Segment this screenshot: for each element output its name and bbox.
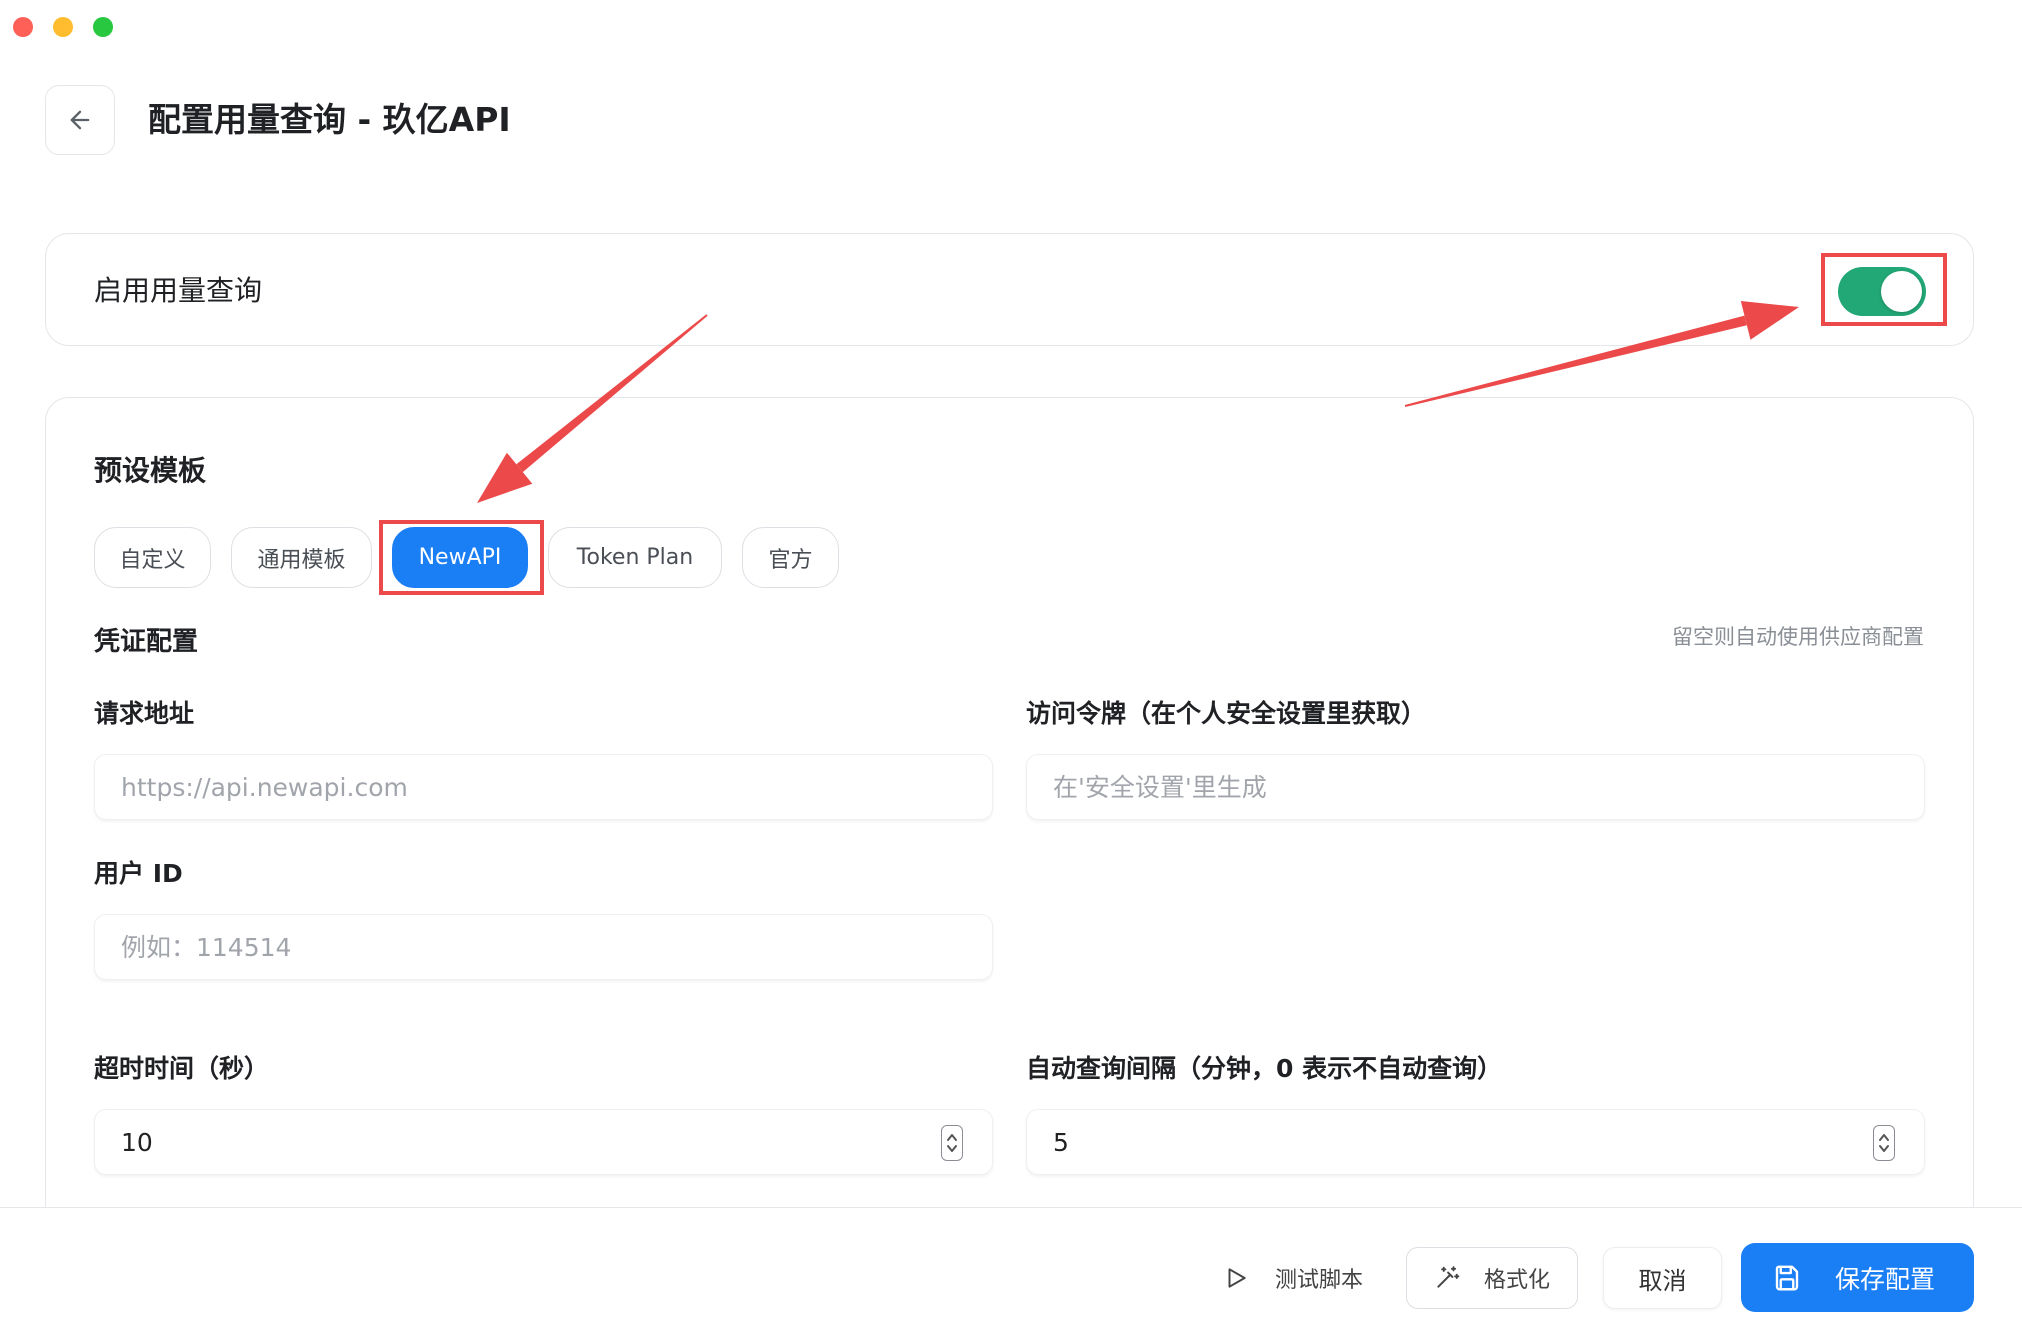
page-title: 配置用量查询 - 玖亿API (148, 100, 511, 139)
window-zoom-button[interactable] (93, 17, 113, 37)
timeout-label: 超时时间（秒） (94, 1054, 270, 1083)
back-button[interactable] (45, 85, 115, 155)
cancel-button[interactable]: 取消 (1603, 1247, 1722, 1309)
interval-field (1026, 1109, 1925, 1175)
timeout-field (94, 1109, 993, 1175)
save-icon (1775, 1265, 1799, 1290)
test-script-button[interactable]: 测试脚本 (1218, 1247, 1378, 1309)
play-icon (1228, 1268, 1246, 1288)
enable-usage-label: 启用用量查询 (94, 274, 263, 307)
preset-template-heading: 预设模板 (94, 454, 207, 487)
access-token-label: 访问令牌（在个人安全设置里获取） (1026, 699, 1427, 728)
chevron-up-down-icon (1879, 1134, 1889, 1152)
arrow-left-icon (70, 110, 90, 130)
chevron-up-down-icon (947, 1134, 957, 1152)
interval-input[interactable] (1027, 1110, 1924, 1174)
save-config-button[interactable]: 保存配置 (1741, 1243, 1974, 1312)
user-id-label: 用户 ID (94, 859, 183, 888)
annotation-highlight-toggle (1821, 253, 1947, 326)
interval-label: 自动查询间隔（分钟，0 表示不自动查询） (1026, 1054, 1503, 1083)
request-url-field (94, 754, 993, 820)
user-id-field (94, 914, 993, 980)
footer-bar: 测试脚本 格式化 取消 保存配置 (0, 1207, 2022, 1344)
template-official-button[interactable]: 官方 (742, 527, 839, 588)
enable-usage-card (45, 233, 1974, 346)
save-config-label: 保存配置 (1835, 1264, 1936, 1294)
request-url-label: 请求地址 (94, 699, 195, 728)
annotation-highlight-newapi (379, 520, 544, 595)
template-token-plan-button[interactable]: Token Plan (548, 527, 722, 588)
timeout-spinner[interactable] (941, 1125, 963, 1161)
interval-spinner[interactable] (1873, 1125, 1895, 1161)
window-close-button[interactable] (13, 17, 33, 37)
template-generic-button[interactable]: 通用模板 (231, 527, 372, 588)
credentials-heading: 凭证配置 (94, 627, 199, 657)
window-minimize-button[interactable] (53, 17, 73, 37)
credentials-hint: 留空则自动使用供应商配置 (1672, 625, 1924, 649)
user-id-input[interactable] (95, 915, 992, 979)
timeout-input[interactable] (95, 1110, 992, 1174)
request-url-input[interactable] (95, 755, 992, 819)
test-script-label: 测试脚本 (1275, 1268, 1364, 1293)
template-custom-button[interactable]: 自定义 (94, 527, 211, 588)
access-token-input[interactable] (1027, 755, 1924, 819)
access-token-field (1026, 754, 1925, 820)
format-label: 格式化 (1484, 1268, 1551, 1293)
magic-wand-icon (1437, 1266, 1460, 1288)
format-button[interactable]: 格式化 (1406, 1247, 1578, 1309)
